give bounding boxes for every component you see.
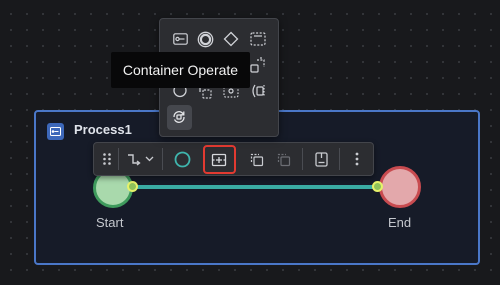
multi-instance-icon[interactable] [247,54,269,76]
container-title[interactable]: Process1 [74,122,132,138]
end-connection-port[interactable] [372,181,383,192]
tooltip: Container Operate [111,52,250,88]
chevron-down-icon[interactable] [143,152,155,166]
start-node-label: Start [96,215,124,230]
note-icon[interactable] [311,150,331,168]
more-icon[interactable] [349,150,365,168]
copy-icon[interactable] [246,150,266,168]
toolbar-divider [302,148,303,170]
drag-handle-icon[interactable] [99,150,115,168]
toolbar-divider [339,148,340,170]
end-event-icon[interactable] [194,28,216,50]
sequence-flow-edge[interactable] [126,183,380,191]
toolbar-divider [162,148,163,170]
paste-icon[interactable] [273,150,293,168]
loop-task-icon[interactable] [168,106,190,128]
gateway-icon[interactable] [220,28,242,50]
subprocess-icon[interactable] [247,28,269,50]
circle-shape-icon[interactable] [172,150,192,168]
start-connection-port[interactable] [127,181,138,192]
container-operate-icon[interactable] [209,150,229,169]
end-event-node[interactable] [379,166,421,208]
edge-type-icon[interactable] [126,150,142,168]
process-icon [47,123,64,140]
end-node-label: End [388,215,412,230]
toolbar-divider [118,148,119,170]
service-task-icon[interactable] [169,28,191,50]
signal-icon[interactable] [247,80,269,102]
